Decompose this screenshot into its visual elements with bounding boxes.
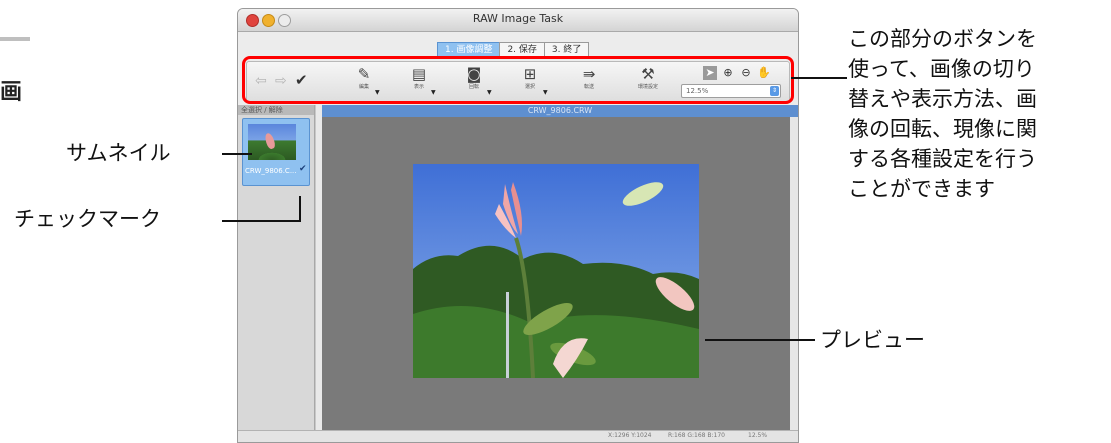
thumbnail-callout: サムネイル	[66, 141, 171, 165]
status-rgb: R:168 G:168 B:170	[668, 432, 725, 439]
toolbar-highlight-frame	[242, 56, 794, 104]
status-coords: X:1296 Y:1024	[608, 432, 652, 439]
status-zoom: 12.5%	[748, 432, 768, 439]
preview-area[interactable]	[322, 117, 790, 435]
toolbar-note-line-3: 替えや表示方法、画	[848, 87, 1037, 111]
preview-callout: プレビュー	[820, 328, 925, 352]
thumbnail-leader-line	[222, 153, 252, 155]
toolbar-note-line-2: 使って、画像の切り	[848, 57, 1035, 81]
preview-filename: CRW_9806.CRW	[322, 105, 798, 117]
thumbnail-filename: CRW_9806.C...	[245, 167, 297, 175]
preview-leader-line	[705, 339, 815, 341]
checkmark-leader-line-v	[299, 196, 301, 222]
page-rule	[0, 37, 30, 41]
checkmark-leader-line-h	[222, 220, 301, 222]
thumbnail-image	[248, 124, 296, 160]
toolbar-note: この部分のボタンを 使って、画像の切り 替えや表示方法、画 像の回転、現像に関 …	[848, 24, 1037, 204]
thumbnail-item[interactable]: CRW_9806.C... ✔	[242, 118, 310, 186]
title-bar: RAW Image Task	[238, 9, 798, 32]
toolbar-note-line-4: 像の回転、現像に関	[848, 117, 1037, 141]
toolbar-note-line-1: この部分のボタンを	[848, 27, 1037, 51]
window-title: RAW Image Task	[472, 12, 564, 25]
thumbnail-check-icon[interactable]: ✔	[299, 164, 307, 174]
thumbnail-scrollbar[interactable]	[315, 105, 322, 435]
thumbnail-flower-shape	[263, 132, 277, 150]
toolbar-note-line-6: ことができます	[848, 177, 995, 201]
thumbnail-panel-header[interactable]: 全選択 / 解除	[238, 105, 314, 115]
preview-image	[413, 164, 699, 378]
status-bar: X:1296 Y:1024 R:168 G:168 B:170 12.5%	[238, 430, 798, 442]
toolbar-note-line-5: する各種設定を行う	[848, 147, 1037, 171]
checkmark-callout: チェックマーク	[14, 207, 161, 231]
toolbar-note-leader-line	[791, 77, 847, 79]
side-heading-char: 画	[0, 80, 23, 105]
preview-scrollbar[interactable]	[790, 117, 798, 435]
